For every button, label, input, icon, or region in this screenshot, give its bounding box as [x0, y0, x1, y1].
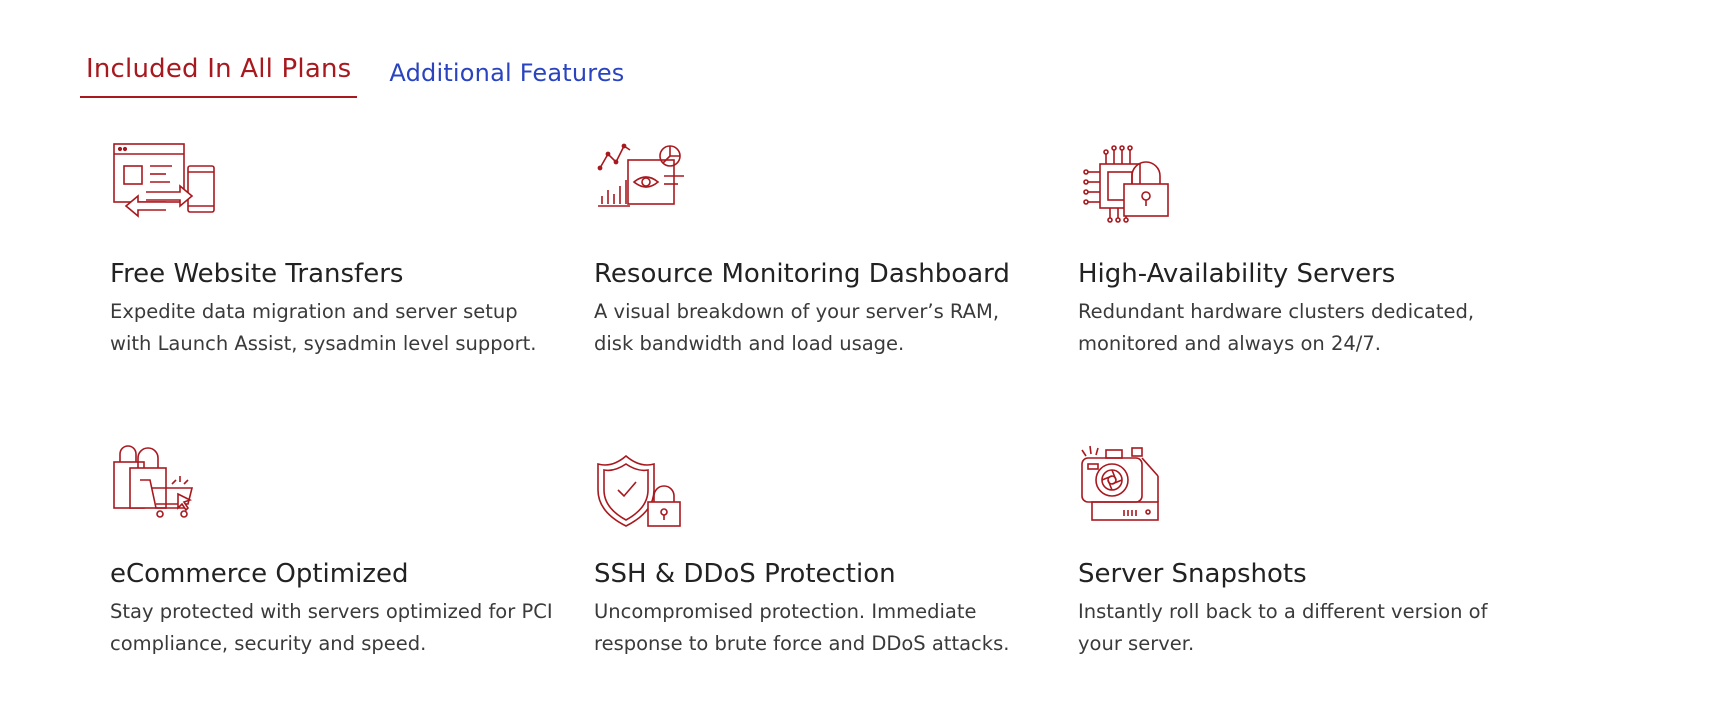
- feature-description: Expedite data migration and server setup…: [110, 300, 537, 355]
- feature-card: Free Website Transfers Expedite data mig…: [110, 140, 594, 440]
- feature-title: Server Snapshots: [1078, 559, 1307, 589]
- high-availability-servers-icon: [1078, 140, 1188, 240]
- features-grid: Free Website Transfers Expedite data mig…: [110, 140, 1562, 700]
- feature-title: eCommerce Optimized: [110, 559, 409, 589]
- feature-description: Uncompromised protection. Immediate resp…: [594, 600, 1010, 655]
- camera-snapshot-icon: [1078, 440, 1188, 540]
- tab-included-in-all-plans[interactable]: Included In All Plans: [80, 52, 358, 98]
- feature-description: Instantly roll back to a different versi…: [1078, 600, 1488, 655]
- website-transfer-icon: [110, 140, 220, 240]
- feature-card: High-Availability Servers Redundant hard…: [1078, 140, 1562, 440]
- feature-tabs: Included In All Plans Additional Feature…: [80, 52, 625, 102]
- shield-lock-icon: [594, 440, 704, 540]
- feature-description: Stay protected with servers optimized fo…: [110, 600, 553, 655]
- feature-description: A visual breakdown of your server’s RAM,…: [594, 300, 1000, 355]
- tab-additional-features[interactable]: Additional Features: [389, 56, 624, 90]
- ecommerce-cart-icon: [110, 440, 220, 540]
- feature-title: Free Website Transfers: [110, 259, 404, 289]
- feature-card: eCommerce Optimized Stay protected with …: [110, 440, 594, 700]
- feature-title: High-Availability Servers: [1078, 259, 1396, 289]
- feature-description: Redundant hardware clusters dedicated, m…: [1078, 300, 1475, 355]
- monitoring-dashboard-icon: [594, 140, 704, 240]
- feature-title: SSH & DDoS Protection: [594, 559, 896, 589]
- feature-title: Resource Monitoring Dashboard: [594, 259, 1010, 289]
- feature-card: Resource Monitoring Dashboard A visual b…: [594, 140, 1078, 440]
- feature-card: Server Snapshots Instantly roll back to …: [1078, 440, 1562, 700]
- feature-card: SSH & DDoS Protection Uncompromised prot…: [594, 440, 1078, 700]
